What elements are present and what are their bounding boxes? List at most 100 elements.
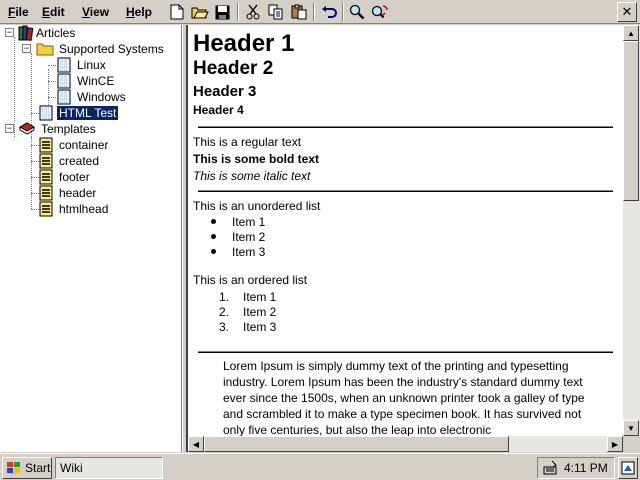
tree-item-footer[interactable]: footer [38,169,92,185]
taskbar: Start Wiki 4:11 PM [0,453,640,480]
horizontal-rule [198,126,613,128]
menu-file[interactable]: File [4,3,33,21]
unordered-list-caption: This is an unordered list [193,199,321,213]
input-panel-icon[interactable] [542,460,558,476]
tree-item-windows[interactable]: Windows [56,89,128,105]
horizontal-rule [198,190,613,192]
scroll-up-button[interactable]: ▲ [623,25,639,41]
tree-item-html-test[interactable]: HTML Test [38,105,120,121]
find-button[interactable] [346,2,367,22]
paste-button[interactable] [288,2,309,22]
tree-label-windows: Windows [77,90,126,104]
menu-edit-label: dit [50,5,65,19]
new-button[interactable] [166,2,187,22]
list-bullet [211,249,216,254]
vertical-scroll-thumb[interactable] [623,41,639,201]
start-button[interactable]: Start [2,457,52,479]
tree-label-footer: footer [59,170,90,184]
vertical-scrollbar[interactable]: ▲ ▼ [623,25,640,436]
menu-edit-mnemonic: E [42,5,51,19]
list-item: Item 3 [243,320,277,334]
list-item: Item 2 [232,230,266,244]
tree-connector [14,37,15,137]
scrollbar-corner [623,436,640,452]
copy-button[interactable] [265,2,286,22]
close-button[interactable]: ✕ [617,2,637,22]
start-label: Start [25,461,51,475]
regular-text: This is a regular text [193,135,302,149]
articles-expander[interactable]: − [5,28,14,37]
folder-icon [36,43,54,56]
desktop-icon [621,461,635,475]
list-number: 3. [218,320,229,334]
menu-edit[interactable]: Edit [38,3,69,21]
tree-label-linux: Linux [77,58,106,72]
copy-icon [268,4,282,20]
scroll-right-button[interactable]: ▶ [607,436,623,452]
tree-label-articles: Articles [36,26,76,40]
scroll-left-button[interactable]: ◀ [188,436,204,452]
arrow-up-icon: ▲ [627,28,635,38]
menu-view-mnemonic: V [82,5,90,19]
menu-help-mnemonic: H [126,5,135,19]
templates-expander[interactable]: − [5,124,14,133]
page-icon [57,57,71,73]
toolbar-separator [342,3,344,21]
tree-item-linux[interactable]: Linux [56,57,108,73]
tree-connector [48,81,56,82]
find-icon [349,4,364,20]
tree-item-supported-systems[interactable]: Supported Systems [36,41,166,57]
arrow-left-icon: ◀ [192,439,200,449]
show-desktop-button[interactable] [618,457,638,479]
tree-item-articles[interactable]: Articles [18,25,77,41]
save-button[interactable] [212,2,233,22]
undo-button[interactable] [318,2,339,22]
tree-item-created[interactable]: created [38,153,101,169]
tree-item-wince[interactable]: WinCE [56,73,116,89]
list-number: 2. [218,305,229,319]
save-icon [215,5,230,19]
tree-label-supported-systems: Supported Systems [59,42,164,56]
cut-button[interactable] [242,2,263,22]
replace-button[interactable] [369,2,390,22]
undo-icon [321,6,337,18]
html-preview-pane[interactable]: Header 1 Header 2 Header 3 Header 4 This… [187,25,640,452]
scroll-down-button[interactable]: ▼ [623,420,639,436]
tree-connector [48,65,56,66]
open-button[interactable] [189,2,210,22]
tree-label-container: container [59,138,109,152]
tree-item-templates[interactable]: Templates [18,121,98,137]
replace-icon [371,5,388,19]
tree-label-wince: WinCE [77,74,115,88]
menu-view[interactable]: View [78,3,113,21]
list-item: Item 1 [243,290,277,304]
template-icon [39,137,53,153]
article-tree[interactable]: − Articles − Supported Systems Linux Win… [0,25,182,452]
command-bar: File Edit View Help ✕ [0,0,640,24]
horizontal-scrollbar[interactable]: ◀ ▶ [188,436,623,452]
tree-item-container[interactable]: container [38,137,110,153]
italic-text: This is some italic text [193,169,311,183]
tree-label-htmlhead: htmlhead [59,202,109,216]
tree-item-htmlhead[interactable]: htmlhead [38,201,110,217]
ordered-list-caption: This is an ordered list [193,273,308,287]
template-icon [39,169,53,185]
clock[interactable]: 4:11 PM [564,461,608,475]
menu-file-label: ile [15,5,29,19]
open-icon [191,7,209,19]
tree-item-header[interactable]: header [38,185,98,201]
list-bullet [211,234,216,239]
arrow-down-icon: ▼ [627,423,635,433]
tree-connector [48,97,56,98]
supported-systems-expander[interactable]: − [22,44,31,53]
page-icon [57,89,71,105]
taskbar-button-wiki[interactable]: Wiki [55,457,163,479]
system-tray: 4:11 PM [537,457,615,479]
horizontal-scroll-thumb[interactable] [204,436,509,452]
heading-1: Header 1 [193,30,295,57]
lorem-paragraph: Lorem Ipsum is simply dummy text of the … [223,359,585,437]
list-number: 1. [218,290,229,304]
menu-help[interactable]: Help [122,3,156,21]
menu-view-label: iew [89,5,110,19]
new-icon [170,4,183,20]
